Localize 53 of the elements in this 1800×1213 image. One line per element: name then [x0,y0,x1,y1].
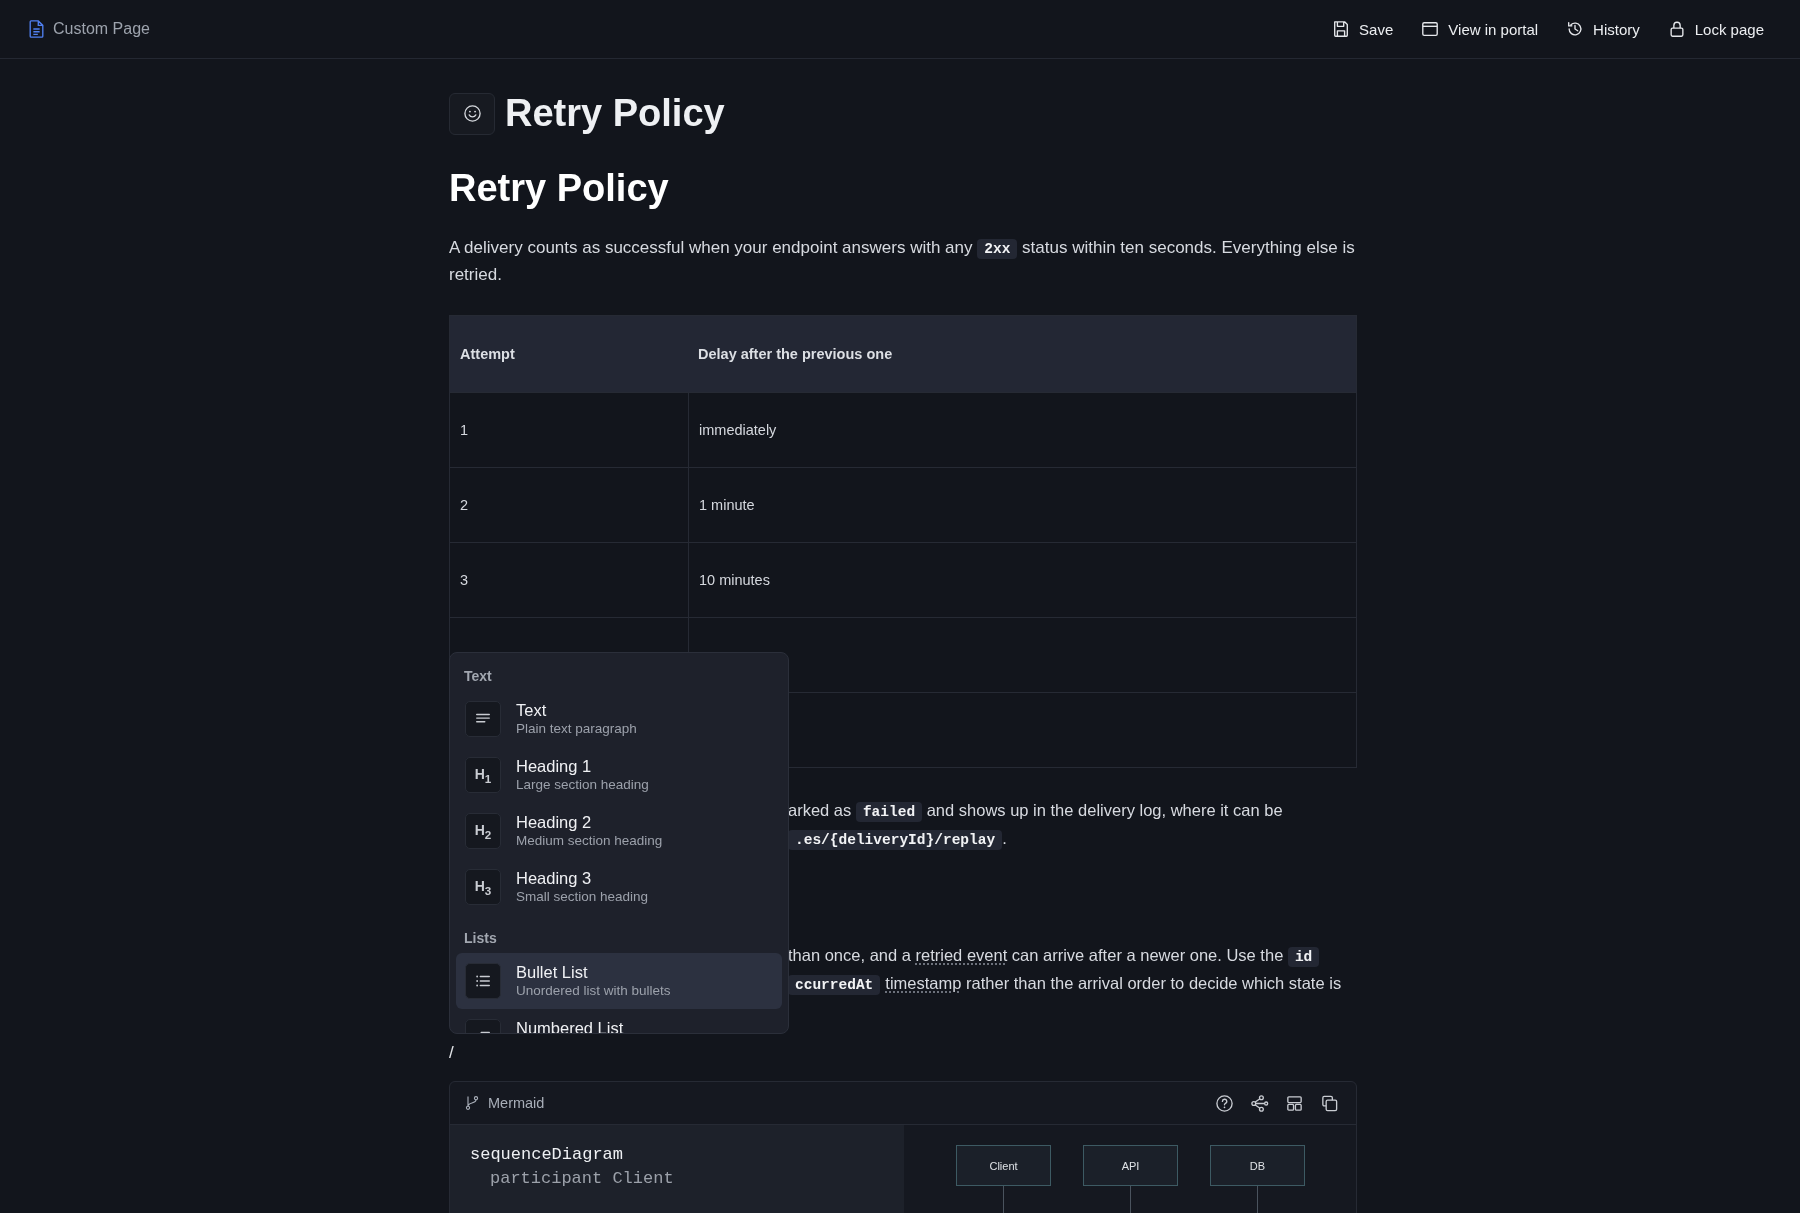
block-icon [465,701,501,737]
code-line: participant Client [489,1168,675,1190]
menu-item[interactable]: H$_{2}$ Heading 2 Medium section heading [456,803,782,859]
lock-button[interactable]: Lock page [1661,14,1770,44]
term-link[interactable]: retried event [915,946,1008,964]
participant-box: Client [956,1145,1051,1186]
menu-item[interactable]: H$_{3}$ Heading 3 Small section heading [456,859,782,915]
page-name: Custom Page [53,20,150,38]
window-icon [1421,20,1440,38]
lock-icon [1667,20,1686,38]
paragraph-line: ccurredAt timestamp rather than the arrival order to decide which state is [788,970,1357,998]
save-button[interactable]: Save [1326,14,1400,44]
paragraph-line: arked as failed and shows up in the delivery log, where it can be [788,800,1284,824]
block-label: Mermaid [488,1095,545,1111]
column-header: Delay after the previous one [697,345,894,364]
branch-icon [464,1095,480,1111]
code-editor[interactable]: sequenceDiagram participant Client [450,1125,904,1213]
section-label: Text [463,667,493,686]
menu-item[interactable]: H$_{1}$ Heading 1 Large section heading [456,747,782,803]
table-cell: 1 [450,393,689,467]
layout-icon [1285,1093,1304,1113]
help-icon [1215,1093,1234,1113]
heading: Retry Policy [449,166,670,211]
paragraph: A delivery counts as successful when your endpoint answers with any 2xx status within ten seconds. Everything else is retried. [449,237,1356,286]
block-icon [465,963,501,999]
heading-badge: H$_{1}$ [465,757,501,793]
column-header: Attempt [459,345,516,364]
menu-item[interactable]: Text Plain text paragraph [456,691,782,747]
heading-badge: H$_{2}$ [465,813,501,849]
table-cell-text: immediately [698,421,778,440]
term-link[interactable]: timestamp [885,974,962,992]
copy-icon [1320,1093,1339,1113]
paragraph-line: than once, and a retried event can arrive after a newer one. Use the id [788,942,1357,970]
portal-button[interactable]: View in portal [1415,14,1545,44]
document-icon [29,20,44,38]
table-cell-text: 1 minute [698,496,756,515]
table-cell: 3 [450,543,689,617]
heading-badge: H$_{3}$ [465,869,501,905]
nodes-icon [1250,1093,1269,1113]
section-label: Lists [463,929,498,948]
smiley-icon [462,104,482,123]
table-cell-text: 10 minutes [698,571,771,590]
history-button[interactable]: History [1560,14,1646,44]
participant-box: API [1083,1145,1178,1186]
table-cell: 2 [450,468,689,542]
editor-text: / [449,1043,455,1063]
participant-box: DB [1210,1145,1305,1186]
page-title: Retry Policy [505,92,725,135]
save-icon [1332,20,1351,38]
paragraph-line: .es/{deliveryId}/replay . [788,825,1357,853]
emoji-picker-button[interactable] [449,92,495,135]
menu-item[interactable]: Bullet List Unordered list with bullets [456,953,782,1009]
code-line: sequenceDiagram [470,1144,625,1166]
